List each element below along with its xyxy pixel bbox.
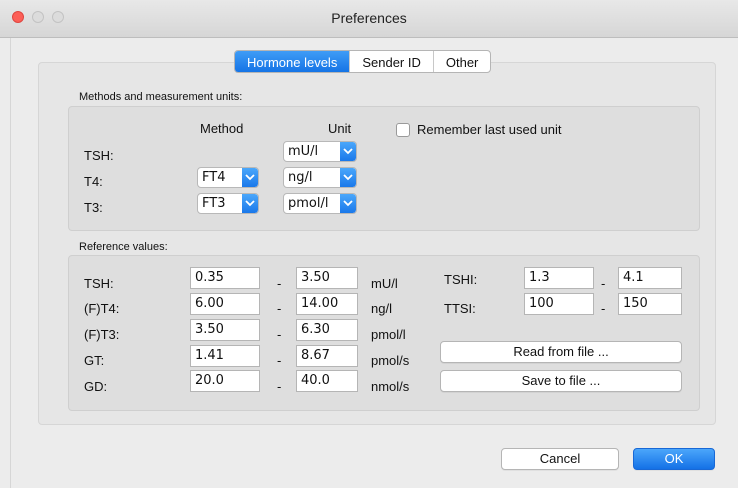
tsh-unit-value: mU/l <box>288 144 319 159</box>
unit-header: Unit <box>328 121 352 136</box>
t3-method-select[interactable]: FT3 <box>197 193 259 214</box>
title-bar: Preferences <box>0 0 738 38</box>
method-header: Method <box>200 121 244 136</box>
gt-low-field[interactable]: 1.41 <box>190 345 260 367</box>
ref-unit-tsh: mU/l <box>371 276 398 291</box>
t4-method-select[interactable]: FT4 <box>197 167 259 188</box>
method-row-label-tsh: TSH: <box>84 148 114 163</box>
t3-unit-select[interactable]: pmol/l <box>283 193 357 214</box>
ok-button[interactable]: OK <box>633 448 715 470</box>
t3-unit-value: pmol/l <box>288 196 329 211</box>
gt-high-field[interactable]: 8.67 <box>296 345 358 367</box>
tab-sender-id[interactable]: Sender ID <box>350 51 434 72</box>
tsh-low-field[interactable]: 0.35 <box>190 267 260 289</box>
ref-label-gt: GT: <box>84 353 105 368</box>
range-dash: - <box>277 353 282 368</box>
tshi-high-field[interactable]: 4.1 <box>618 267 682 289</box>
method-row-label-t4: T4: <box>84 174 103 189</box>
tsh-unit-select[interactable]: mU/l <box>283 141 357 162</box>
chevron-down-icon <box>340 142 356 161</box>
tshi-low-field[interactable]: 1.3 <box>524 267 594 289</box>
t4-unit-select[interactable]: ng/l <box>283 167 357 188</box>
ref-label-ttsi: TTSI: <box>444 301 476 316</box>
reference-section-label: Reference values: <box>79 241 168 253</box>
t4-method-value: FT4 <box>202 170 226 185</box>
range-dash: - <box>277 301 282 316</box>
ref-label-tshi: TSHI: <box>444 272 478 287</box>
ref-label-ft3: (F)T3: <box>84 327 120 342</box>
save-to-file-button[interactable]: Save to file ... <box>440 370 682 392</box>
method-row-label-t3: T3: <box>84 200 103 215</box>
ref-unit-gd: nmol/s <box>371 379 410 394</box>
ref-label-tsh: TSH: <box>84 276 114 291</box>
ref-label-gd: GD: <box>84 379 108 394</box>
chevron-down-icon <box>242 168 258 187</box>
ttsi-low-field[interactable]: 100 <box>524 293 594 315</box>
ref-unit-ft3: pmol/l <box>371 327 406 342</box>
tab-other[interactable]: Other <box>434 51 491 72</box>
gd-high-field[interactable]: 40.0 <box>296 370 358 392</box>
remember-unit-checkbox[interactable] <box>396 123 410 137</box>
ref-label-ft4: (F)T4: <box>84 301 120 316</box>
tsh-high-field[interactable]: 3.50 <box>296 267 358 289</box>
range-dash: - <box>277 276 282 291</box>
t4-unit-value: ng/l <box>288 170 313 185</box>
methods-section-label: Methods and measurement units: <box>79 91 243 103</box>
ttsi-high-field[interactable]: 150 <box>618 293 682 315</box>
chevron-down-icon <box>340 168 356 187</box>
window-title: Preferences <box>331 10 407 26</box>
chevron-down-icon <box>242 194 258 213</box>
cancel-button[interactable]: Cancel <box>501 448 619 470</box>
chevron-down-icon <box>340 194 356 213</box>
methods-group <box>68 106 700 231</box>
read-from-file-button[interactable]: Read from file ... <box>440 341 682 363</box>
ft3-high-field[interactable]: 6.30 <box>296 319 358 341</box>
t3-method-value: FT3 <box>202 196 226 211</box>
ft3-low-field[interactable]: 3.50 <box>190 319 260 341</box>
remember-unit-label: Remember last used unit <box>417 122 562 137</box>
range-dash: - <box>277 379 282 394</box>
tab-bar: Hormone levels Sender ID Other <box>234 50 492 73</box>
ft4-high-field[interactable]: 14.00 <box>296 293 358 315</box>
ref-unit-ft4: ng/l <box>371 301 392 316</box>
ft4-low-field[interactable]: 6.00 <box>190 293 260 315</box>
tab-hormone-levels[interactable]: Hormone levels <box>235 51 351 72</box>
ref-unit-gt: pmol/s <box>371 353 410 368</box>
gd-low-field[interactable]: 20.0 <box>190 370 260 392</box>
preferences-window: Preferences Hormone levels Sender ID Oth… <box>0 0 738 488</box>
range-dash: - <box>601 276 606 291</box>
range-dash: - <box>277 327 282 342</box>
range-dash: - <box>601 301 606 316</box>
